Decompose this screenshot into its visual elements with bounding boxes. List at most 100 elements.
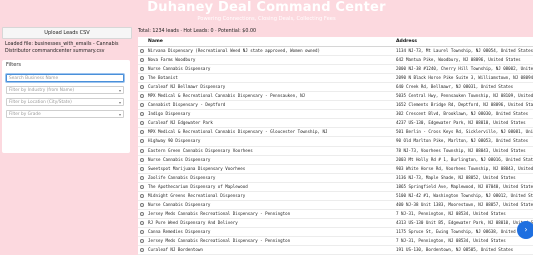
cell-name: Curaleaf NJ Bellmawr Dispensary: [148, 84, 226, 90]
cell-address: 90 Old Marlton Pike, Marlton, NJ 08053, …: [396, 138, 529, 144]
grade-filter-select[interactable]: Filter by Grade ▾: [6, 110, 124, 118]
table-row[interactable]: Zoolife Cannabis Dispensary 3136 NJ-73, M…: [138, 174, 533, 183]
cell-address: 5035 Central Hwy, Pennsauken Township, N…: [396, 93, 533, 99]
row-select-radio[interactable]: [140, 229, 144, 234]
cell-name: Curaleaf NJ Bordentown: [148, 247, 203, 253]
cell-name: Jersey Meds Cannabis Recreational Dispen…: [148, 237, 291, 243]
row-select-radio[interactable]: [140, 85, 144, 90]
cell-name: Nirvana Dispensary (Recreational Weed NJ…: [148, 48, 321, 53]
cell-name: Nova Farms Woodbury: [148, 57, 196, 63]
cell-name: Nurse Cannabis Dispensary: [148, 156, 211, 162]
cell-name: Midnight Greens Recreational Dispensary: [148, 192, 246, 198]
table-row[interactable]: Nurse Cannabis Dispensary 2000 NJ-38 #124…: [138, 65, 533, 75]
table-row[interactable]: Canna Remedies Dispensary 1175 Spruce St,…: [138, 228, 533, 237]
table-body: Nirvana Dispensary (Recreational Weed NJ…: [138, 47, 533, 255]
cell-name: Zoolife Cannabis Dispensary: [148, 174, 216, 180]
row-select-radio[interactable]: [140, 139, 144, 144]
row-select-radio[interactable]: [140, 112, 144, 117]
cell-name: Cannabist Dispensary - Deptford: [148, 102, 226, 108]
row-select-radio[interactable]: [140, 121, 144, 126]
row-select-radio[interactable]: [140, 49, 144, 53]
table-row[interactable]: Jersey Meds Cannabis Recreational Dispen…: [138, 237, 533, 247]
filters-panel: Filters Search Business Name Filter by I…: [2, 60, 130, 153]
table-row[interactable]: Nirvana Dispensary (Recreational Weed NJ…: [138, 47, 533, 57]
industry-filter-placeholder: Filter by Industry (from Name): [9, 88, 75, 93]
cell-address: 7 NJ-31, Pennington, NJ 08534, United St…: [396, 210, 506, 216]
table-row[interactable]: Indigo Dispensary 302 Crescent Blvd, Broo…: [138, 110, 533, 120]
row-select-radio[interactable]: [140, 67, 144, 72]
location-filter-select[interactable]: Filter by Location (City/State) ▾: [6, 98, 124, 106]
table-row[interactable]: MPX Medical & Recreational Cannabis Disp…: [138, 92, 533, 102]
row-select-radio[interactable]: [140, 148, 144, 153]
column-header-address[interactable]: Address: [396, 39, 417, 44]
cell-address: 1865 Springfield Ave, Maplewood, NJ 0704…: [396, 183, 533, 189]
table-row[interactable]: MPX Medical & Recreational Cannabis Disp…: [138, 128, 533, 138]
chevron-down-icon: ▾: [118, 100, 121, 105]
cell-address: 7 NJ-31, Pennington, NJ 08534, United St…: [396, 237, 506, 243]
table-row[interactable]: The Botanist 2090 N Black Horse Pike Suit…: [138, 74, 533, 84]
cell-address: 3136 NJ-73, Maple Shade, NJ 08052, Unite…: [396, 174, 516, 180]
table-row[interactable]: Nurse Cannabis Dispensary 400 NJ-38 Unit …: [138, 201, 533, 210]
row-select-radio[interactable]: [140, 184, 144, 189]
chevron-down-icon: ▾: [118, 112, 121, 117]
row-select-radio[interactable]: [140, 103, 144, 108]
row-select-radio[interactable]: [140, 211, 144, 216]
table-row[interactable]: Curaleaf NJ Bordentown 191 US-130, Borden…: [138, 246, 533, 255]
cell-name: Indigo Dispensary: [148, 111, 191, 117]
cell-address: 1175 Spruce St, Ewing Township, NJ 08638…: [396, 228, 533, 234]
table-row[interactable]: Cannabist Dispensary - Deptford 1652 Clem…: [138, 101, 533, 111]
row-select-radio[interactable]: [140, 248, 144, 253]
search-business-placeholder: Search Business Name: [9, 76, 59, 81]
row-select-radio[interactable]: [140, 130, 144, 135]
table-row[interactable]: Highway 90 Dispensary 90 Old Marlton Pike…: [138, 137, 533, 147]
row-select-radio[interactable]: [140, 94, 144, 99]
cell-address: 903 White Horse Rd, Voorhees Township, N…: [396, 165, 533, 171]
leads-table: Name Address Nirvana Dispensary (Recreat…: [138, 37, 533, 255]
table-row[interactable]: The Apothecarium Dispensary of Maplewood…: [138, 183, 533, 192]
cell-name: Nurse Cannabis Dispensary: [148, 201, 211, 207]
table-row[interactable]: Jersey Meds Cannabis Recreational Dispen…: [138, 210, 533, 219]
cell-address: 191 US-130, Bordentown, NJ 08505, United…: [396, 247, 514, 253]
row-select-radio[interactable]: [140, 58, 144, 63]
totals-summary: Total: 1234 leads · Hot Leads: 0 · Poten…: [138, 29, 257, 34]
table-row[interactable]: Eastern Green Cannabis Dispensary Voorhe…: [138, 147, 533, 156]
industry-filter-select[interactable]: Filter by Industry (from Name) ▾: [6, 86, 124, 94]
row-select-radio[interactable]: [140, 76, 144, 81]
row-select-radio[interactable]: [140, 220, 144, 225]
chevron-right-icon[interactable]: ›: [517, 221, 533, 239]
app-title: Duhaney Deal Command Center: [147, 0, 386, 15]
table-row[interactable]: Midnight Greens Recreational Dispensary 5…: [138, 192, 533, 201]
table-row[interactable]: Curaleaf NJ Edgewater Park 4237 US-130, E…: [138, 119, 533, 129]
row-select-radio[interactable]: [140, 166, 144, 171]
table-row[interactable]: Nurse Cannabis Dispensary 2003 Mt Holly R…: [138, 156, 533, 165]
table-row[interactable]: Curaleaf NJ Bellmawr Dispensary 640 Creek…: [138, 83, 533, 93]
table-row[interactable]: Nova Farms Woodbury 642 Mantua Pike, Wood…: [138, 56, 533, 66]
location-filter-placeholder: Filter by Location (City/State): [9, 100, 72, 105]
upload-leads-button[interactable]: Upload Leads CSV: [2, 27, 132, 39]
grade-filter-placeholder: Filter by Grade: [9, 112, 41, 117]
row-select-radio[interactable]: [140, 175, 144, 180]
cell-address: 501 Berlin - Cross Keys Rd, Sicklerville…: [396, 129, 533, 135]
row-select-radio[interactable]: [140, 238, 144, 243]
cell-name: Eastern Green Cannabis Dispensary Voorhe…: [148, 147, 253, 153]
cell-name: MPX Medical & Recreational Cannabis Disp…: [148, 93, 306, 99]
table-row[interactable]: RJ Pure Weed Dispensary And Delivery 4313…: [138, 219, 533, 228]
cell-name: Nurse Cannabis Dispensary: [148, 66, 211, 72]
app-header: Duhaney Deal Command Center Powering Con…: [0, 0, 533, 22]
cell-name: The Botanist: [148, 75, 178, 81]
row-select-radio[interactable]: [140, 157, 144, 162]
cell-address: 1652 Clements Bridge Rd, Deptford, NJ 08…: [396, 102, 533, 108]
loaded-file-text: Loaded file: businesses_with_emails - Ca…: [5, 42, 119, 54]
filters-title: Filters: [6, 62, 21, 68]
column-header-name[interactable]: Name: [148, 39, 163, 44]
cell-address: 5100 NJ-42 #1, Washington Township, NJ 0…: [396, 192, 533, 198]
cell-name: RJ Pure Weed Dispensary And Delivery: [148, 219, 238, 225]
cell-name: The Apothecarium Dispensary of Maplewood: [148, 183, 248, 189]
table-row[interactable]: Sweetspot Marijuana Dispensary Voorhees 9…: [138, 165, 533, 174]
row-select-radio[interactable]: [140, 193, 144, 198]
row-select-radio[interactable]: [140, 202, 144, 207]
table-header: Name Address: [138, 37, 533, 47]
cell-address: 2000 NJ-38 #1240, Cherry Hill Township, …: [396, 66, 533, 72]
search-business-input[interactable]: Search Business Name: [6, 74, 124, 82]
cell-address: 302 Crescent Blvd, Brooklawn, NJ 08030, …: [396, 111, 529, 117]
